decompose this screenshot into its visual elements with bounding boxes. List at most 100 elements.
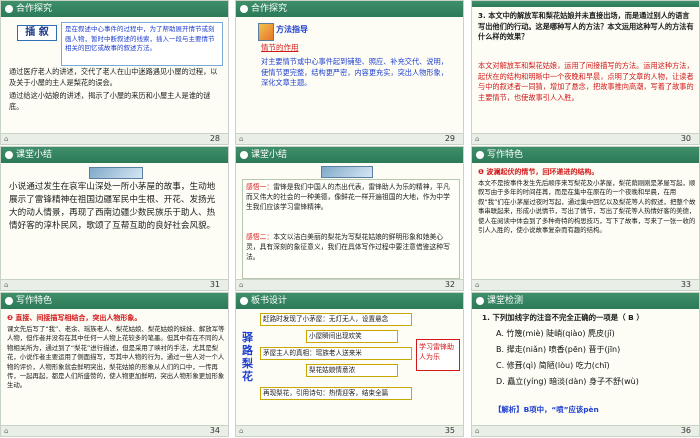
slide-footer: ⌂ 34 xyxy=(1,425,228,436)
slide-footer: ⌂ 35 xyxy=(236,425,463,436)
slide-thumbnail-28[interactable]: 合作探究 插 叙 是在叙述中心事件的过程中，为了帮助展开情节或刻画人物，暂时中断… xyxy=(0,0,229,145)
board-line-3-text: 茅屋主人的真相：瑶族老人送来米 xyxy=(263,349,362,357)
slide-title: 写作特色 xyxy=(16,296,53,306)
bullet-icon xyxy=(476,297,484,305)
bullet-icon xyxy=(240,5,248,13)
board-line-5-text: 再现梨花，引用诗句：热情迎客，结束全篇 xyxy=(263,389,389,397)
board-conclusion-text: 学习雷锋助人为乐 xyxy=(419,343,454,361)
slide-body: 对主要情节或中心事件起到铺垫、照应、补充交代、说明，使情节更完整，结构更严密，内… xyxy=(261,57,448,87)
bullet-icon xyxy=(5,5,13,13)
board-line-1-text: 赶路时发现了小茅屋：无灯无人，设置悬念 xyxy=(263,315,389,323)
slide-number: 32 xyxy=(444,280,455,289)
board-line-5: 再现梨花，引用诗句：热情迎客，结束全篇 xyxy=(260,387,412,400)
slide-thumbnail-36[interactable]: 课堂检测 1. 下列加线字的注音不完全正确的一项是（ B ） A. 竹篾(miè… xyxy=(471,292,700,437)
reflection-2-label: 感悟二： xyxy=(246,233,274,241)
slide-footer: ⌂ 29 xyxy=(236,133,463,144)
slide-number: 28 xyxy=(209,134,220,143)
slide-thumbnail-35[interactable]: 板书设计 驿路梨花 赶路时发现了小茅屋：无灯无人，设置悬念 小屋瞬间出现欢笑 茅… xyxy=(235,292,464,437)
slide-title: 课堂小结 xyxy=(16,150,53,160)
slide-body: 小说通过发生在哀牢山深处一所小茅屋的故事，生动地展示了雷锋精神在祖国边疆军民中生… xyxy=(9,182,216,231)
book-image xyxy=(258,23,274,41)
home-icon: ⌂ xyxy=(4,427,9,435)
option-d: D. 矗立(yíng) 暗淡(dàn) 身子不舒(wù) xyxy=(496,377,639,386)
slide-header xyxy=(472,1,699,7)
board-line-2: 小屋瞬间出现欢笑 xyxy=(306,330,398,343)
slide-body-2: 通过给这小姑娘的讲述，揭示了小屋的来历和小屋主人是谁的谜底。 xyxy=(9,91,211,111)
question-text: 1. 下列加线字的注音不完全正确的一项是（ B ） xyxy=(482,313,644,322)
slide-body: 本文不是按事件发生先后顺序来写梨花及小茅屋，梨花荫刚刚是茅屋写起，顺叙写由于多年… xyxy=(478,179,696,235)
reflection-box: 感悟一：雷锋是我们中国人的杰出代表，雷锋助人为乐的精神，平凡而又伟大的社会的一种… xyxy=(242,179,460,279)
slide-thumbnail-31[interactable]: 课堂小结 小说通过发生在哀牢山深处一所小茅屋的故事，生动地展示了雷锋精神在祖国边… xyxy=(0,146,229,291)
slide-thumbnail-29[interactable]: 合作探究 方法指导 情节的作用 对主要情节或中心事件起到铺垫、照应、补充交代、说… xyxy=(235,0,464,145)
question-text: 3. 本文中的解放军和梨花姑娘并未直接出场，而是通过别人的语言写出他们的行动。这… xyxy=(478,11,694,41)
board-line-4: 梨花姑娘情意浓 xyxy=(306,364,398,377)
decorative-image xyxy=(321,166,373,178)
reflection-2-text: 本文以洁白美丽的梨花为写梨花姑娘的鲜明形象和她美心灵，具有深刻的象征意义，我们在… xyxy=(246,233,450,261)
bullet-icon xyxy=(5,297,13,305)
answer-text: 本文对解放军和梨花姑娘，运用了间接描写的方法。运用这种方法，起伏在的结构和明晰中… xyxy=(478,61,694,102)
slide-number: 30 xyxy=(680,134,691,143)
slide-header: 课堂小结 xyxy=(236,147,463,163)
bullet-icon xyxy=(240,151,248,159)
slide-title: 写作特色 xyxy=(487,150,524,160)
board-line-1: 赶路时发现了小茅屋：无灯无人，设置悬念 xyxy=(260,313,412,326)
slide-title: 合作探究 xyxy=(251,4,288,14)
option-a: A. 竹篾(miè) 陡峭(qiào) 麂皮(jǐ) xyxy=(496,329,615,338)
slide-thumbnail-32[interactable]: 课堂小结 感悟一：雷锋是我们中国人的杰出代表，雷锋助人为乐的精神，平凡而又伟大的… xyxy=(235,146,464,291)
point-label: ❷ 直接、间接描写相结合，突出人物形象。 xyxy=(7,314,142,322)
option-c: C. 修葺(qì) 简陋(lòu) 吃力(chī) xyxy=(496,361,610,370)
board-line-3: 茅屋主人的真相：瑶族老人送来米 xyxy=(260,347,412,360)
slide-header: 板书设计 xyxy=(236,293,463,309)
slide-footer: ⌂ 31 xyxy=(1,279,228,290)
slide-number: 34 xyxy=(209,426,220,435)
slide-thumbnail-30[interactable]: 3. 本文中的解放军和梨花姑娘并未直接出场，而是通过别人的语言写出他们的行动。这… xyxy=(471,0,700,145)
slide-header: 合作探究 xyxy=(236,1,463,17)
home-icon: ⌂ xyxy=(239,135,244,143)
option-b: B. 撵走(niǎn) 喷香(pēn) 晋于(jīn) xyxy=(496,345,621,354)
point-label: ❶ 波澜起伏的情节，回环递进的结构。 xyxy=(478,168,599,176)
reflection-2: 感悟二：本文以洁白美丽的梨花为写梨花姑娘的鲜明形象和她美心灵，具有深刻的象征意义… xyxy=(246,232,456,262)
home-icon: ⌂ xyxy=(239,427,244,435)
board-line-4-text: 梨花姑娘情意浓 xyxy=(309,366,356,374)
slide-thumbnail-33[interactable]: 写作特色 ❶ 波澜起伏的情节，回环递进的结构。 本文不是按事件发生先后顺序来写梨… xyxy=(471,146,700,291)
slide-number: 29 xyxy=(444,134,455,143)
definition-box: 是在叙述中心事件的过程中，为了帮助展开情节或刻画人物，暂时中断叙述的线索，插入一… xyxy=(61,22,223,66)
slide-footer: ⌂ 28 xyxy=(1,133,228,144)
slide-header: 合作探究 xyxy=(1,1,228,17)
definition-text: 是在叙述中心事件的过程中，为了帮助展开情节或刻画人物，暂时中断叙述的线索，插入一… xyxy=(65,25,215,52)
home-icon: ⌂ xyxy=(475,135,480,143)
slide-header: 写作特色 xyxy=(472,147,699,163)
slide-title: 合作探究 xyxy=(16,4,53,14)
explanation-text: 【解析】B项中，“喷”应该pèn xyxy=(494,405,599,414)
slide-number: 35 xyxy=(444,426,455,435)
slide-header: 课堂小结 xyxy=(1,147,228,163)
slide-footer: ⌂ 30 xyxy=(472,133,699,144)
slide-footer: ⌂ 32 xyxy=(236,279,463,290)
slide-number: 36 xyxy=(680,426,691,435)
slide-title: 课堂检测 xyxy=(487,296,524,306)
slide-title: 板书设计 xyxy=(251,296,288,306)
home-icon: ⌂ xyxy=(4,135,9,143)
slide-number: 33 xyxy=(680,280,691,289)
method-subheading: 情节的作用 xyxy=(261,43,299,52)
reflection-1-label: 感悟一： xyxy=(246,183,274,191)
slide-footer: ⌂ 33 xyxy=(472,279,699,290)
slide-footer: ⌂ 36 xyxy=(472,425,699,436)
board-line-2-text: 小屋瞬间出现欢笑 xyxy=(309,332,362,340)
board-side-title: 驿路梨花 xyxy=(242,331,253,383)
home-icon: ⌂ xyxy=(4,281,9,289)
reflection-1: 感悟一：雷锋是我们中国人的杰出代表，雷锋助人为乐的精神，平凡而又伟大的社会的一种… xyxy=(246,182,456,212)
slide-header: 课堂检测 xyxy=(472,293,699,309)
method-heading: 方法指导 xyxy=(276,25,308,34)
term-tag: 插 叙 xyxy=(17,25,57,41)
home-icon: ⌂ xyxy=(475,427,480,435)
slide-thumbnail-grid: 合作探究 插 叙 是在叙述中心事件的过程中，为了帮助展开情节或刻画人物，暂时中断… xyxy=(0,0,700,438)
board-conclusion: 学习雷锋助人为乐 xyxy=(416,339,460,371)
home-icon: ⌂ xyxy=(239,281,244,289)
slide-thumbnail-34[interactable]: 写作特色 ❷ 直接、间接描写相结合，突出人物形象。 课文先后写了“我”、老余、瑶… xyxy=(0,292,229,437)
slide-body: 通过医疗老人的讲述，交代了老人在山中迷路遇见小屋的过程，以及关于小屋的主人是梨花… xyxy=(9,67,218,87)
slide-header: 写作特色 xyxy=(1,293,228,309)
bullet-icon xyxy=(476,151,484,159)
bullet-icon xyxy=(5,151,13,159)
bullet-icon xyxy=(240,297,248,305)
